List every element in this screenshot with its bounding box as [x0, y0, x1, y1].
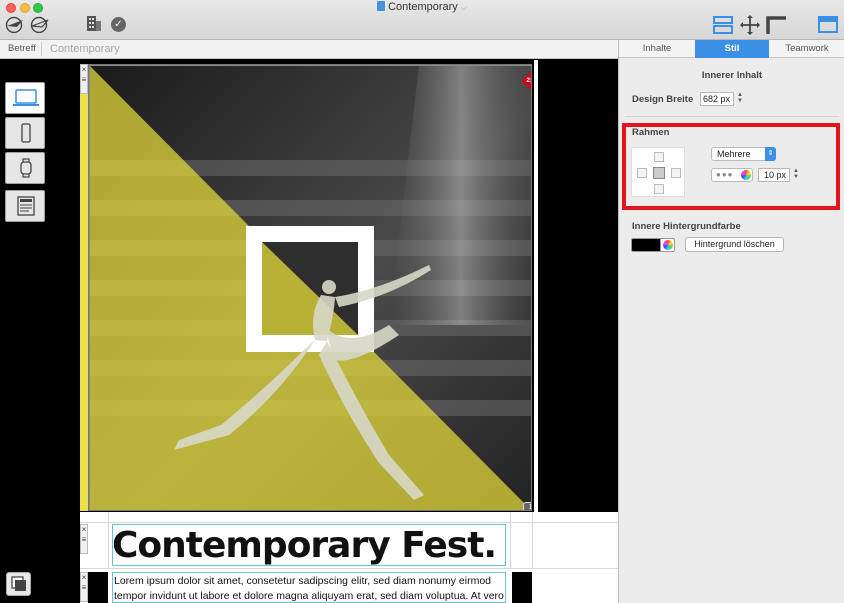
color-wheel-icon	[663, 240, 673, 250]
subject-field[interactable]: Contemporary	[50, 43, 120, 55]
phone-icon	[21, 123, 31, 143]
document-icon	[377, 1, 386, 11]
subject-label: Betreff	[3, 42, 42, 56]
chevron-updown-icon: ⇕	[765, 147, 776, 161]
body-row[interactable]: × ≡ Lorem ipsum dolor sit amet, consetetu…	[80, 568, 618, 603]
subject-bar: Betreff Contemporary	[0, 40, 618, 59]
window-title-text: Contemporary	[388, 1, 458, 13]
text-view-button[interactable]	[5, 190, 45, 222]
retina-badge-text: 2x	[526, 77, 532, 84]
design-width-field[interactable]: 682 px	[700, 92, 734, 106]
row-margin	[512, 572, 532, 603]
grid-line	[532, 512, 533, 568]
border-title: Rahmen	[632, 127, 670, 138]
border-right-toggle[interactable]	[671, 168, 681, 178]
border-sides-selector[interactable]	[631, 147, 685, 197]
phone-view-button[interactable]	[5, 117, 45, 149]
grid-line	[108, 512, 109, 568]
send-icon[interactable]	[4, 15, 26, 34]
border-all-toggle[interactable]	[653, 167, 665, 179]
border-mode-select[interactable]: Mehrere ⇕	[711, 147, 776, 161]
grid-line	[80, 568, 618, 569]
move-icon[interactable]	[740, 15, 760, 35]
border-mode-value: Mehrere	[717, 149, 751, 159]
watch-icon	[20, 158, 32, 178]
inner-content-title: Innerer Inhalt	[701, 70, 763, 81]
row-handle[interactable]: × ≡	[80, 64, 88, 94]
row-count-badge: 1	[523, 502, 531, 510]
laptop-icon	[13, 89, 39, 106]
window-title: Contemporary ⌵	[0, 1, 844, 13]
building-icon[interactable]	[83, 13, 103, 33]
layers-icon	[11, 576, 26, 591]
layout-rows-icon[interactable]	[713, 16, 733, 34]
text-document-icon	[17, 196, 35, 216]
clear-background-button[interactable]: Hintergrund löschen	[685, 237, 784, 252]
send-test-icon[interactable]	[29, 15, 51, 34]
preview-button[interactable]	[6, 572, 31, 596]
border-bottom-toggle[interactable]	[654, 184, 664, 194]
corner-icon[interactable]	[766, 16, 786, 34]
desktop-view-button[interactable]	[5, 82, 45, 114]
title-bar: Contemporary ⌵ ✓	[0, 0, 844, 40]
retina-badge: 2x	[521, 72, 532, 90]
hero-image[interactable]: 2x 1	[88, 64, 532, 511]
border-style-dots: ●●●	[716, 170, 734, 179]
body-text[interactable]: Lorem ipsum dolor sit amet, consetetur s…	[114, 574, 508, 603]
inspector-tabs: Inhalte Stil Teamwork	[619, 40, 844, 58]
sidebar-toggle-icon[interactable]	[818, 16, 838, 33]
row-handle[interactable]: × ≡	[80, 572, 88, 602]
watch-view-button[interactable]	[5, 152, 45, 184]
row-margin	[88, 572, 108, 603]
check-icon[interactable]: ✓	[111, 17, 126, 32]
border-width-stepper[interactable]: ▲ ▼	[792, 168, 800, 182]
border-left-toggle[interactable]	[637, 168, 647, 178]
border-width-field[interactable]: 10 px	[758, 168, 790, 182]
inner-background-label: Innere Hintergrundfarbe	[632, 221, 741, 232]
background-color-picker[interactable]	[660, 238, 675, 252]
design-width-stepper[interactable]: ▲ ▼	[736, 92, 744, 106]
grid-line	[80, 522, 618, 523]
design-width-label: Design Breite	[632, 94, 694, 105]
divider	[625, 116, 839, 117]
heading-text[interactable]: Contemporary Fest.	[112, 525, 497, 566]
chevron-down-icon[interactable]: ⌵	[461, 3, 467, 12]
email-canvas: × ≡ 2x × ≡ Contemporary Fest. × ≡ Lorem …	[80, 59, 618, 603]
device-sidebar	[0, 59, 80, 603]
canvas-edge	[534, 60, 538, 512]
grid-line	[510, 512, 511, 568]
border-top-toggle[interactable]	[654, 152, 664, 162]
row-selection-bar[interactable]	[80, 64, 88, 511]
inspector-panel: Inhalte Stil Teamwork Innerer Inhalt Des…	[618, 40, 844, 603]
tab-teamwork[interactable]: Teamwork	[769, 40, 844, 58]
tab-stil[interactable]: Stil	[695, 40, 769, 58]
tab-inhalte[interactable]: Inhalte	[619, 40, 695, 58]
color-wheel-icon[interactable]	[741, 170, 751, 180]
row-handle[interactable]: × ≡	[80, 524, 88, 554]
heading-row[interactable]: × ≡ Contemporary Fest.	[80, 512, 618, 568]
